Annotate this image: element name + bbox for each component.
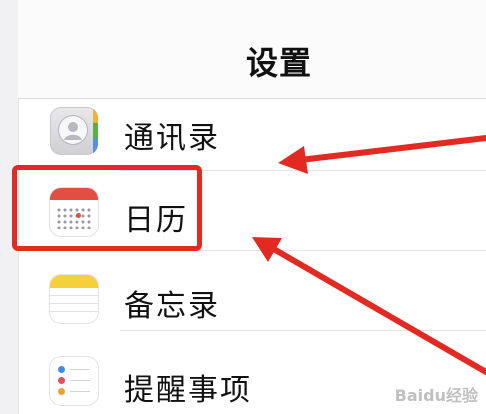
settings-row-notes[interactable]: 备忘录 [18,251,486,331]
contacts-icon [50,107,98,155]
row-divider [120,330,486,331]
reminders-icon [50,357,98,405]
highlight-box [12,165,202,251]
watermark: Baidu经验 [394,386,478,405]
settings-row-label: 提醒事项 [124,373,252,408]
settings-row-contacts[interactable]: 通讯录 [18,91,486,171]
notes-icon [50,275,98,323]
settings-row-label: 备忘录 [124,289,220,324]
settings-screen: 设置 通讯录 日历 备忘录 提醒事项 Baidu经验 [0,0,486,414]
settings-row-label: 通讯录 [124,121,220,156]
page-title: 设置 [246,44,313,82]
navigation-bar: 设置 [18,0,486,99]
